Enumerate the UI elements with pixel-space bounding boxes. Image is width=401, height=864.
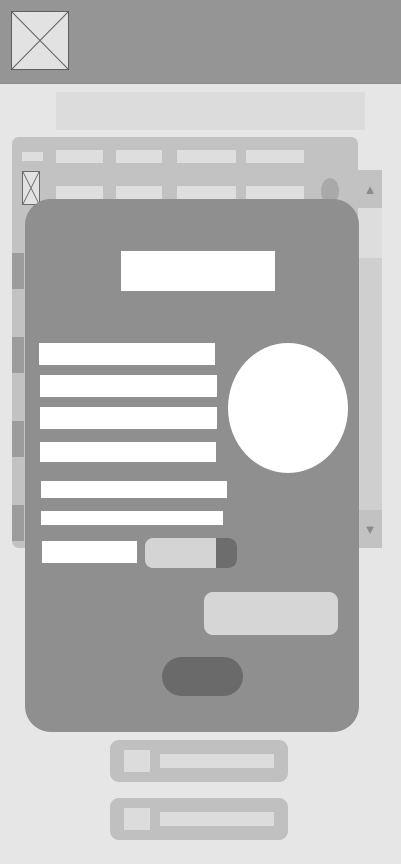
list-item-label [160, 754, 274, 768]
square-icon [124, 808, 150, 830]
image-placeholder-icon [11, 11, 69, 70]
scroll-up-icon[interactable]: ▲ [358, 170, 382, 208]
form-field[interactable] [39, 343, 215, 365]
modal-title [121, 251, 275, 291]
square-icon [124, 750, 150, 772]
table-row[interactable] [12, 505, 24, 541]
text-line [41, 481, 227, 498]
secondary-button[interactable] [204, 592, 338, 635]
image-placeholder-icon [22, 171, 40, 205]
form-field[interactable] [40, 442, 216, 462]
primary-button[interactable] [162, 657, 243, 696]
form-field[interactable] [40, 375, 217, 397]
toggle-switch[interactable] [145, 538, 237, 568]
list-item[interactable] [110, 740, 288, 782]
search-input[interactable] [56, 92, 365, 130]
small-input[interactable] [42, 541, 137, 563]
scroll-thumb[interactable] [358, 208, 382, 258]
text-line [41, 511, 223, 525]
table-header-col-2[interactable] [116, 150, 162, 163]
table-row[interactable] [12, 253, 24, 289]
table-header-select[interactable] [22, 152, 43, 161]
table-header-col-4[interactable] [246, 150, 304, 163]
table-cell [116, 186, 162, 199]
scroll-down-icon[interactable]: ▼ [358, 510, 382, 548]
toggle-knob[interactable] [216, 538, 237, 568]
table-cell [246, 186, 304, 199]
table-header-col-1[interactable] [56, 150, 103, 163]
table-row[interactable] [12, 337, 24, 373]
table-cell [56, 186, 103, 199]
table-header-col-3[interactable] [177, 150, 236, 163]
list-item-label [160, 812, 274, 826]
avatar[interactable] [228, 343, 348, 473]
form-field[interactable] [40, 407, 217, 429]
table-cell [177, 186, 236, 199]
list-item[interactable] [110, 798, 288, 840]
table-row[interactable] [12, 421, 24, 457]
